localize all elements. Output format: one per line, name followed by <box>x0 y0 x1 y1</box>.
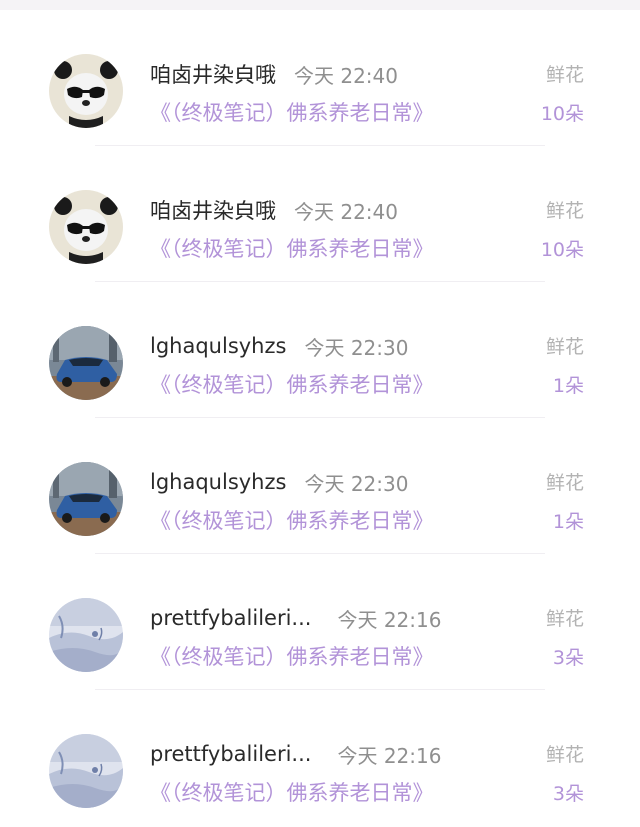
username[interactable]: lghaqulsyhzs <box>150 334 286 358</box>
landscape-avatar-icon[interactable] <box>49 598 123 672</box>
timestamp: 今天 22:30 <box>304 335 409 360</box>
gift-count: 1朵 <box>552 511 584 533</box>
panda-avatar-image <box>49 190 123 264</box>
username[interactable]: lghaqulsyhzs <box>150 470 286 494</box>
landscape-avatar-image <box>49 598 123 672</box>
user-line: 咱卤井染㒵哦 今天 22:40 <box>150 193 398 227</box>
user-line: 咱卤井染㒵哦 今天 22:40 <box>150 57 398 91</box>
gift-record-row[interactable]: lghaqulsyhzs 今天 22:30 《（终极笔记）佛系养老日常》 鲜花 … <box>0 282 640 418</box>
car-avatar-icon[interactable] <box>49 462 123 536</box>
gift-type-label: 鲜花 <box>545 336 584 358</box>
gift-count: 10朵 <box>540 239 584 261</box>
gift-count: 1朵 <box>552 375 584 397</box>
user-line: lghaqulsyhzs 今天 22:30 <box>150 465 408 499</box>
panda-avatar-icon[interactable] <box>49 54 123 128</box>
landscape-avatar-icon[interactable] <box>49 734 123 808</box>
gift-type-label: 鲜花 <box>545 472 584 494</box>
gift-record-row[interactable]: 咱卤井染㒵哦 今天 22:40 《（终极笔记）佛系养老日常》 鲜花 10朵 <box>0 10 640 146</box>
panda-avatar-image <box>49 54 123 128</box>
gift-type-label: 鲜花 <box>545 200 584 222</box>
car-avatar-image <box>49 462 123 536</box>
book-title-link[interactable]: 《（终极笔记）佛系养老日常》 <box>150 640 434 674</box>
gift-record-row[interactable]: prettfybalileri... 今天 22:16 《（终极笔记）佛系养老日… <box>0 690 640 826</box>
book-title-link[interactable]: 《（终极笔记）佛系养老日常》 <box>150 232 434 266</box>
username[interactable]: prettfybalileri... <box>150 606 311 630</box>
gift-count: 3朵 <box>552 783 584 805</box>
landscape-avatar-image <box>49 734 123 808</box>
user-line: prettfybalileri... 今天 22:16 <box>150 601 441 635</box>
gift-count: 3朵 <box>552 647 584 669</box>
timestamp: 今天 22:40 <box>294 63 398 88</box>
gift-count: 10朵 <box>540 103 584 125</box>
book-title-link[interactable]: 《（终极笔记）佛系养老日常》 <box>150 504 434 538</box>
gift-record-row[interactable]: 咱卤井染㒵哦 今天 22:40 《（终极笔记）佛系养老日常》 鲜花 10朵 <box>0 146 640 282</box>
book-title-link[interactable]: 《（终极笔记）佛系养老日常》 <box>150 96 434 130</box>
timestamp: 今天 22:30 <box>304 471 409 496</box>
timestamp: 今天 22:16 <box>337 607 442 632</box>
timestamp: 今天 22:40 <box>294 199 398 224</box>
book-title-link[interactable]: 《（终极笔记）佛系养老日常》 <box>150 368 434 402</box>
username[interactable]: 咱卤井染㒵哦 <box>150 195 276 225</box>
gift-record-row[interactable]: lghaqulsyhzs 今天 22:30 《（终极笔记）佛系养老日常》 鲜花 … <box>0 418 640 554</box>
timestamp: 今天 22:16 <box>337 743 442 768</box>
car-avatar-image <box>49 326 123 400</box>
user-line: prettfybalileri... 今天 22:16 <box>150 737 441 771</box>
user-line: lghaqulsyhzs 今天 22:30 <box>150 329 408 363</box>
gift-type-label: 鲜花 <box>545 608 584 630</box>
top-strip <box>0 0 640 10</box>
gift-record-list: 咱卤井染㒵哦 今天 22:40 《（终极笔记）佛系养老日常》 鲜花 10朵 咱卤… <box>0 10 640 826</box>
username[interactable]: prettfybalileri... <box>150 742 311 766</box>
panda-avatar-icon[interactable] <box>49 190 123 264</box>
gift-record-row[interactable]: prettfybalileri... 今天 22:16 《（终极笔记）佛系养老日… <box>0 554 640 690</box>
gift-type-label: 鲜花 <box>545 64 584 86</box>
username[interactable]: 咱卤井染㒵哦 <box>150 59 276 89</box>
gift-type-label: 鲜花 <box>545 744 584 766</box>
book-title-link[interactable]: 《（终极笔记）佛系养老日常》 <box>150 776 434 810</box>
car-avatar-icon[interactable] <box>49 326 123 400</box>
